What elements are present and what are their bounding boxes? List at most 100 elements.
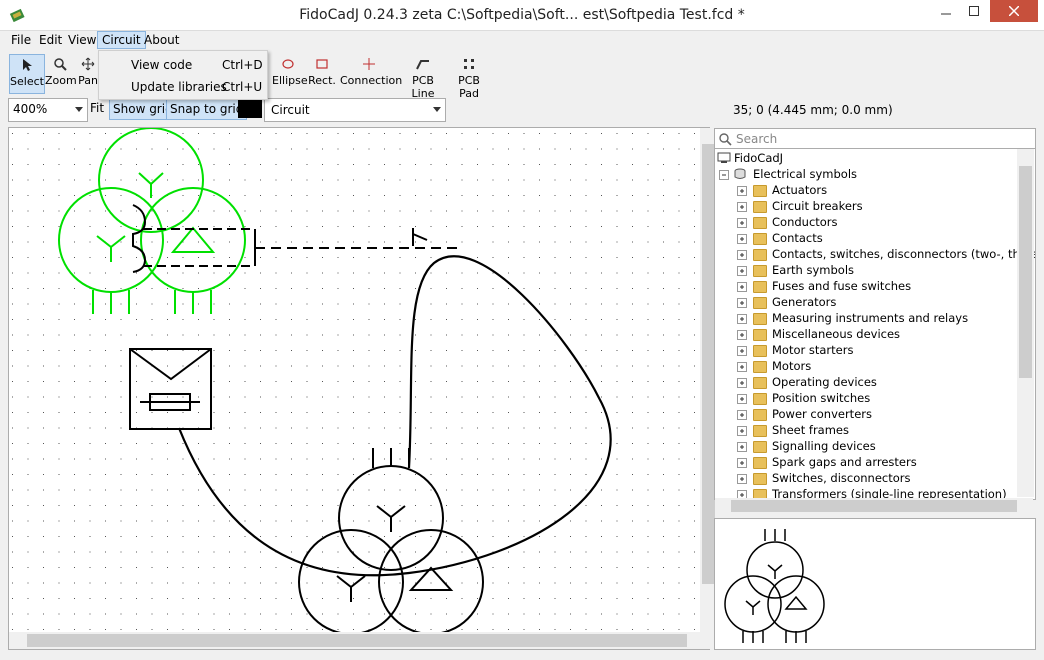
library-tree[interactable]: FidoCadJ Electrical symbols Actuators Cir… <box>714 148 1036 500</box>
options-toolbar: 400% Fit Show grid Snap to grid Circuit … <box>0 96 1044 124</box>
expand-icon[interactable] <box>737 234 747 244</box>
arrow-icon <box>23 59 32 71</box>
tree-category-label: Switches, disconnectors <box>772 471 911 485</box>
expand-icon[interactable] <box>737 394 747 404</box>
tool-select[interactable]: Select <box>9 54 45 94</box>
snap-to-grid-toggle[interactable]: Snap to grid <box>166 98 248 120</box>
tool-pcb-pad[interactable]: PCB Pad <box>448 54 490 100</box>
schematic-drawing[interactable] <box>9 128 700 632</box>
tree-category-label: Measuring instruments and relays <box>772 311 969 325</box>
expand-icon[interactable] <box>737 186 747 196</box>
close-icon <box>1009 6 1019 16</box>
expand-icon[interactable] <box>737 410 747 420</box>
scrollbar-thumb[interactable] <box>27 634 687 647</box>
scrollbar-thumb[interactable] <box>1019 166 1032 378</box>
expand-icon[interactable] <box>737 474 747 484</box>
folder-icon <box>753 297 767 309</box>
expand-icon[interactable] <box>737 314 747 324</box>
expand-icon[interactable] <box>737 202 747 212</box>
menu-about[interactable]: About <box>140 32 183 48</box>
tree-category-label: Contacts <box>772 231 823 245</box>
tool-zoom[interactable]: Zoom <box>45 54 77 92</box>
tool-pan[interactable]: Pan <box>77 54 99 92</box>
expand-icon[interactable] <box>737 362 747 372</box>
minimize-button[interactable] <box>932 0 960 22</box>
tree-category-label: Generators <box>772 295 837 309</box>
folder-icon <box>753 313 767 325</box>
drawing-canvas[interactable] <box>8 127 717 650</box>
scrollbar-thumb[interactable] <box>731 500 1017 512</box>
layer-select[interactable]: Circuit <box>264 98 446 122</box>
search-icon <box>719 133 732 146</box>
folder-icon <box>753 393 767 405</box>
zoom-select[interactable]: 400% <box>8 98 88 122</box>
library-search-input[interactable]: Search <box>714 128 1036 150</box>
maximize-icon <box>969 6 979 16</box>
tool-pcb-line[interactable]: PCB Line <box>401 54 445 100</box>
folder-icon <box>753 377 767 389</box>
folder-icon <box>753 361 767 373</box>
expand-icon[interactable] <box>737 458 747 468</box>
tree-root-label: FidoCadJ <box>734 151 784 165</box>
menu-circuit[interactable]: Circuit <box>97 31 146 49</box>
folder-icon <box>753 217 767 229</box>
folder-icon <box>753 425 767 437</box>
expand-icon[interactable] <box>737 298 747 308</box>
tree-category-label: Motor starters <box>772 343 854 357</box>
tree-category-label: Contacts, switches, disconnectors (two-,… <box>772 247 1036 261</box>
tree-horizontal-scrollbar[interactable] <box>715 498 1033 514</box>
expand-icon[interactable] <box>737 218 747 228</box>
expand-icon[interactable] <box>737 346 747 356</box>
tool-connection[interactable]: Connection <box>340 54 403 92</box>
canvas-horizontal-scrollbar[interactable] <box>9 632 717 649</box>
menu-item-view-code[interactable]: View code Ctrl+D <box>99 55 267 75</box>
title-bar: FidoCadJ 0.24.3 zeta C:\Softpedia\Soft..… <box>0 0 1044 31</box>
menu-item-update-libraries[interactable]: Update libraries Ctrl+U <box>99 77 267 97</box>
tool-label: Connection <box>340 74 403 87</box>
pcb-line-icon <box>416 60 429 70</box>
expand-icon[interactable] <box>737 442 747 452</box>
tree-category-label: Signalling devices <box>772 439 876 453</box>
database-icon <box>734 168 746 179</box>
close-button[interactable] <box>990 0 1038 22</box>
tree-category-label: Spark gaps and arresters <box>772 455 917 469</box>
symbol-preview <box>714 518 1036 650</box>
expand-icon[interactable] <box>737 282 747 292</box>
folder-icon <box>753 201 767 213</box>
tree-category-label: Motors <box>772 359 812 373</box>
pcb-pad-icon <box>464 59 474 69</box>
collapse-icon[interactable] <box>719 170 729 180</box>
menu-item-shortcut: Ctrl+U <box>222 80 263 94</box>
tree-vertical-scrollbar[interactable] <box>1017 149 1034 497</box>
tree-category-label: Operating devices <box>772 375 877 389</box>
expand-icon[interactable] <box>737 330 747 340</box>
folder-icon <box>753 329 767 341</box>
expand-icon[interactable] <box>737 378 747 388</box>
coordinates-readout: 35; 0 (4.445 mm; 0.0 mm) <box>733 103 893 117</box>
chevron-down-icon <box>433 107 441 112</box>
menu-file[interactable]: File <box>7 32 35 48</box>
layer-value: Circuit <box>271 103 310 117</box>
menu-item-label: Update libraries <box>131 80 227 94</box>
tree-category-label: Sheet frames <box>772 423 849 437</box>
tool-label: Pan <box>78 74 98 87</box>
maximize-button[interactable] <box>960 0 988 22</box>
expand-icon[interactable] <box>737 250 747 260</box>
tool-ellipse[interactable]: Ellipse <box>272 54 308 92</box>
pan-icon <box>81 57 95 71</box>
menu-edit[interactable]: Edit <box>35 32 66 48</box>
menu-view[interactable]: View <box>64 32 100 48</box>
chevron-down-icon <box>75 107 83 112</box>
tool-label: Zoom <box>45 74 77 87</box>
tool-rectangle[interactable]: Rect. <box>307 54 337 92</box>
connection-icon <box>363 58 375 70</box>
tree-category-label: Fuses and fuse switches <box>772 279 912 293</box>
folder-icon <box>753 265 767 277</box>
folder-icon <box>753 233 767 245</box>
expand-icon[interactable] <box>737 266 747 276</box>
folder-icon <box>753 473 767 485</box>
fit-button[interactable]: Fit <box>90 101 104 115</box>
tree-category-label: Miscellaneous devices <box>772 327 901 341</box>
expand-icon[interactable] <box>737 426 747 436</box>
folder-icon <box>753 249 767 261</box>
